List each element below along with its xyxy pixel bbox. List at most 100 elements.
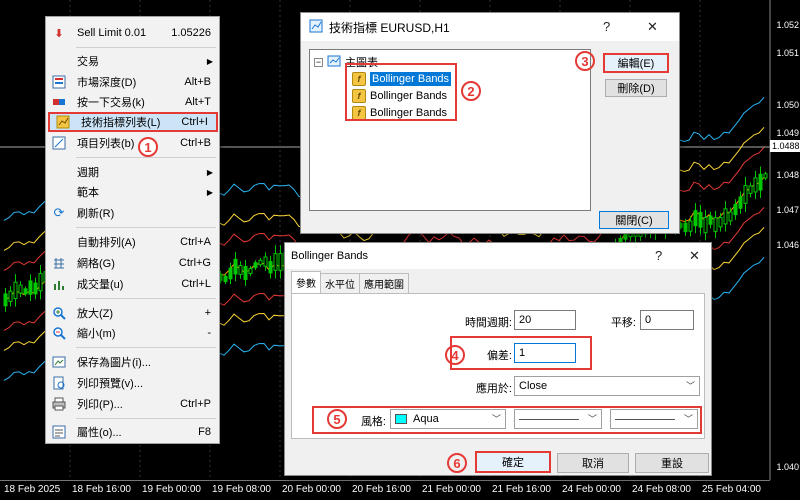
reset-button[interactable]: 重設 [635,453,709,473]
menu-item-auto-arrange[interactable]: 自動排列(A) Ctrl+A [46,232,219,252]
menu-shortcut: Alt+B [184,76,211,88]
close-button[interactable]: 關閉(C) [599,211,669,229]
menu-shortcut: - [207,327,211,339]
line-style-select[interactable]: ﹀ [514,409,602,429]
menu-item-timeframes[interactable]: 週期 ▶ [46,162,219,182]
shift-label: 平移: [610,317,636,329]
candle-body [248,267,253,275]
menu-item-market-depth[interactable]: 市場深度(D) Alt+B [46,72,219,92]
ok-button[interactable]: 確定 [475,451,551,473]
candle-body [13,281,18,300]
help-button[interactable]: ? [603,19,610,34]
properties-icon [52,425,66,439]
tab-visualization[interactable]: 應用範圍 [359,273,409,293]
menu-item-refresh[interactable]: ⟳ 刷新(R) [46,203,219,223]
collapse-icon[interactable]: − [314,57,323,67]
blank-icon [52,165,66,179]
menu-item-grid[interactable]: 網格(G) Ctrl+G [46,253,219,273]
price-label: 1.051 [776,48,799,58]
menu-item-zoom-out[interactable]: 縮小(m) - [46,323,219,343]
candle-body [223,275,228,283]
menu-label: 列印(P)... [77,399,123,411]
annotation-5: 5 [327,409,347,429]
annotation-6: 6 [447,453,467,473]
save-picture-icon [52,355,66,369]
menu-label: 市場深度(D) [77,77,137,89]
menu-item-volumes[interactable]: 成交量(u) Ctrl+L [46,274,219,294]
menu-item-template[interactable]: 範本 ▶ [46,182,219,202]
menu-separator [76,47,216,48]
cancel-button[interactable]: 取消 [557,453,629,473]
menu-item-trade[interactable]: 交易 ▶ [46,51,219,71]
menu-item-properties[interactable]: 屬性(o)... F8 [46,422,219,442]
menu-label: 保存為圖片(i)... [77,357,151,369]
menu-item-print-preview[interactable]: 列印預覽(v)... [46,373,219,393]
menu-shortcut: Ctrl+I [181,116,208,128]
color-select[interactable]: Aqua ﹀ [390,409,506,429]
apply-to-select[interactable]: Close ﹀ [514,376,700,396]
menu-shortcut: F8 [198,426,211,438]
menu-item-sell-limit[interactable]: ⬇ Sell Limit 0.01 1.05226 [46,23,219,43]
bollinger-tabs: 參數 水平位 應用範圍 [291,271,409,293]
date-label: 21 Feb 00:00 [422,484,481,495]
apply-to-value: Close [519,380,548,392]
price-label: 1.046 [776,240,799,250]
blank-icon [52,235,66,249]
menu-shortcut: Ctrl+L [181,278,211,290]
object-list-icon [52,136,66,150]
indicator-list-icon [56,115,70,129]
close-icon[interactable]: ✕ [647,19,658,35]
annotation-1: 1 [138,137,158,157]
edit-button[interactable]: 編輯(E) [603,53,669,73]
color-value: Aqua [413,413,439,425]
volume-icon [52,277,66,291]
candle-body [683,222,688,233]
menu-item-one-click[interactable]: 按一下交易(k) Alt+T [46,92,219,112]
period-label: 時間週期: [464,317,512,329]
annotation-2: 2 [461,81,481,101]
candle-body [758,173,763,191]
tab-parameters[interactable]: 參數 [291,271,321,293]
candle-body [33,282,38,295]
candle-body [238,265,243,275]
close-icon[interactable]: ✕ [689,248,700,264]
menu-item-print[interactable]: 列印(P)... Ctrl+P [46,394,219,414]
line-width-sample [615,418,675,420]
sell-arrow-icon: ⬇ [54,27,64,40]
menu-label: 縮小(m) [77,328,116,340]
candle-body [8,290,13,302]
price-label: 1.052 [776,20,799,30]
candle-body [23,288,28,295]
price-label: 1.050 [776,100,799,110]
tab-levels[interactable]: 水平位 [320,273,360,293]
menu-item-objects-list[interactable]: 項目列表(b) Ctrl+B [46,133,219,153]
bollinger-title-bar: Bollinger Bands ? ✕ [285,243,711,269]
candle-body [688,220,693,232]
price-label: 1.047 [776,205,799,215]
delete-button[interactable]: 刪除(D) [605,79,667,97]
menu-item-zoom-in[interactable]: 放大(Z) + [46,303,219,323]
print-icon [52,397,66,411]
candle-body [228,267,233,280]
help-button[interactable]: ? [655,248,662,263]
menu-label: Sell Limit 0.01 [77,27,147,39]
candle-body [738,196,743,209]
shift-input[interactable]: 0 [640,310,694,330]
period-input[interactable]: 20 [514,310,576,330]
menu-label: 成交量(u) [77,279,124,291]
indicator-window-icon [309,19,323,36]
annotation-3: 3 [575,51,595,71]
deviation-input[interactable]: 1 [514,343,576,363]
candle-body [18,284,23,294]
candle-body [698,211,703,228]
menu-shortcut: + [204,307,211,319]
menu-item-save-picture[interactable]: 保存為圖片(i)... [46,352,219,372]
zoom-out-icon [52,326,66,340]
menu-shortcut: Ctrl+A [180,236,211,248]
zoom-in-icon [52,306,66,320]
menu-item-indicators-list[interactable]: 技術指標列表(L) Ctrl+I [48,112,218,132]
menu-separator [76,347,216,348]
print-preview-icon [52,376,66,390]
line-width-select[interactable]: ﹀ [610,409,698,429]
grid-icon [52,256,66,270]
